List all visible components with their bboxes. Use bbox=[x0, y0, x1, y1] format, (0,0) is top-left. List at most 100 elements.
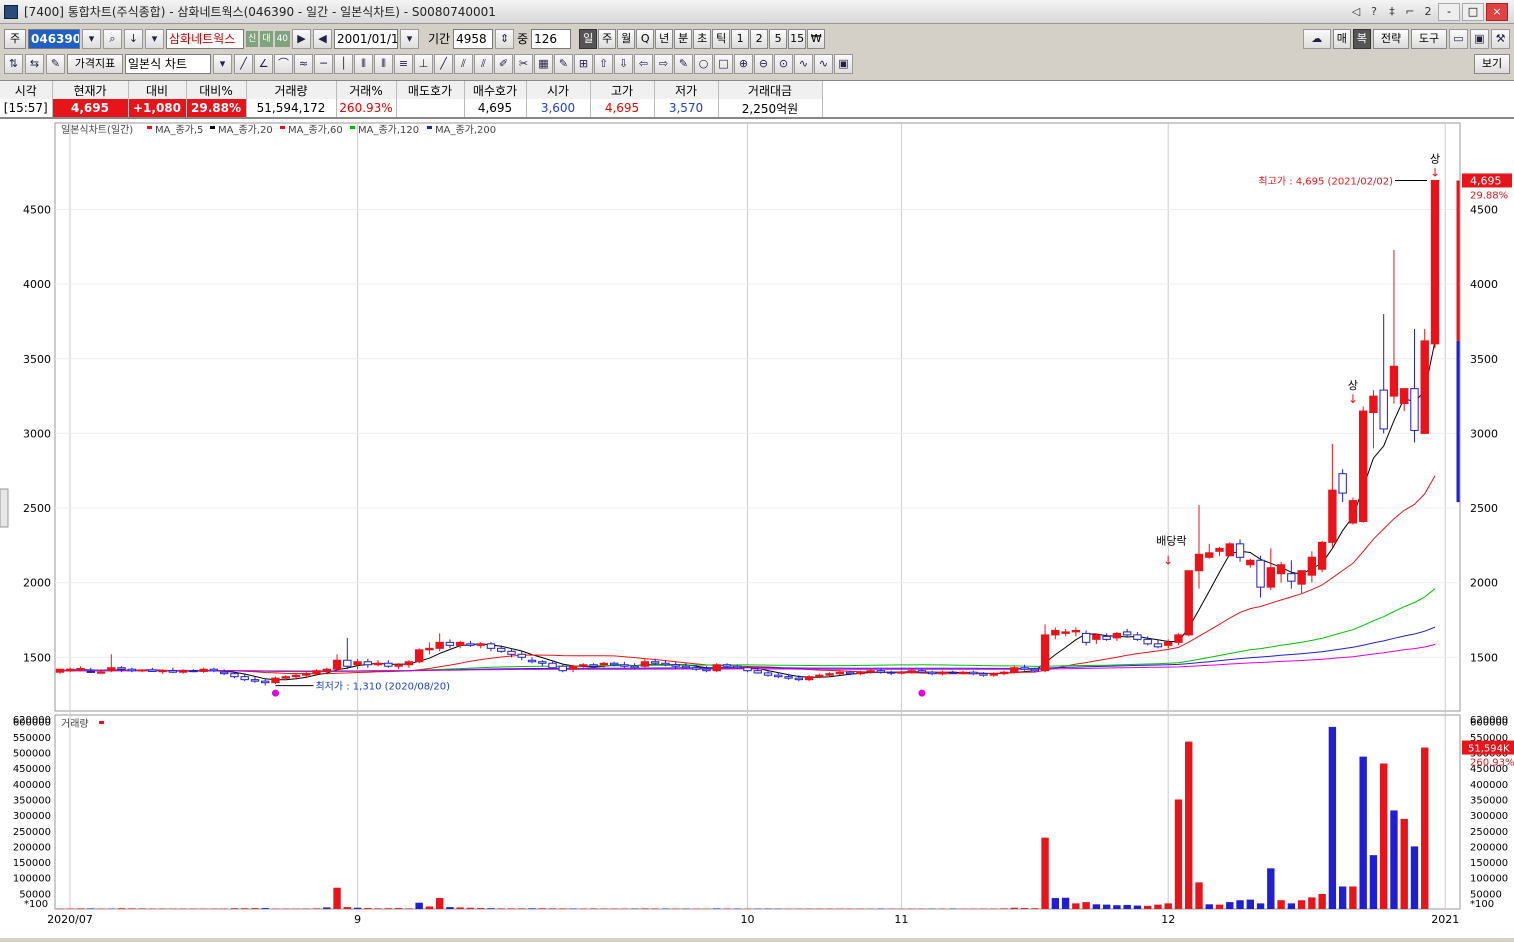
draw-tool-2-icon[interactable]: ⌒ bbox=[274, 54, 293, 74]
draw-tool-26-icon[interactable]: ⊖ bbox=[754, 54, 773, 74]
next-play-icon[interactable]: ▶ bbox=[292, 29, 311, 49]
draw-tool-8-icon[interactable]: ≡ bbox=[394, 54, 413, 74]
date-dropdown-icon[interactable]: ▾ bbox=[400, 29, 419, 49]
draw-tool-5-icon[interactable]: │ bbox=[334, 54, 353, 74]
volume-bar bbox=[1421, 748, 1428, 909]
draw-tool-23-icon[interactable]: ○ bbox=[694, 54, 713, 74]
volume-bar bbox=[231, 908, 238, 909]
unit-button-11[interactable]: 15 bbox=[788, 29, 806, 49]
window-control-1[interactable]: ? bbox=[1366, 4, 1382, 20]
edit-icon[interactable]: ✎ bbox=[46, 54, 65, 74]
arrow-up-down-icon[interactable]: ⇅ bbox=[4, 54, 23, 74]
sort-icon[interactable]: ↓ bbox=[124, 29, 143, 49]
draw-tool-12-icon[interactable]: ⫽ bbox=[474, 54, 493, 74]
window-control-2[interactable]: ‡ bbox=[1384, 4, 1400, 20]
draw-tool-29-icon[interactable]: ∿ bbox=[814, 54, 833, 74]
unit-button-7[interactable]: 틱 bbox=[712, 29, 730, 49]
draw-tool-17-icon[interactable]: ⊞ bbox=[574, 54, 593, 74]
window-control-7[interactable]: × bbox=[1486, 3, 1508, 21]
strategy-button[interactable]: 전략 bbox=[1373, 29, 1409, 49]
draw-tool-19-icon[interactable]: ⇩ bbox=[614, 54, 633, 74]
quote-value-7: 4,695 bbox=[464, 99, 526, 117]
window-control-6[interactable]: □ bbox=[1462, 3, 1484, 21]
save-icon[interactable]: ▣ bbox=[1470, 29, 1489, 49]
volume-bar bbox=[426, 906, 433, 909]
unit-button-5[interactable]: 분 bbox=[674, 29, 692, 49]
draw-tool-28-icon[interactable]: ∿ bbox=[794, 54, 813, 74]
draw-tool-27-icon[interactable]: ⊙ bbox=[774, 54, 793, 74]
window-control-0[interactable]: ◁ bbox=[1348, 4, 1364, 20]
unit-button-1[interactable]: 주 bbox=[598, 29, 616, 49]
unit-button-8[interactable]: 1 bbox=[731, 29, 749, 49]
quote-header-10: 저가 bbox=[654, 81, 718, 99]
volume-bar bbox=[1329, 727, 1336, 909]
draw-tool-13-icon[interactable]: ✐ bbox=[494, 54, 513, 74]
draw-tool-30-icon[interactable]: ▣ bbox=[834, 54, 853, 74]
chart-svg[interactable]: 2020/07910111220212150015002000200025002… bbox=[0, 119, 1514, 939]
unit-button-4[interactable]: 년 bbox=[655, 29, 673, 49]
quote-value-8: 3,600 bbox=[526, 99, 590, 117]
window-control-3[interactable]: ⌐ bbox=[1402, 4, 1418, 20]
candle-body bbox=[1195, 554, 1202, 570]
unit-button-0[interactable]: 일 bbox=[579, 29, 597, 49]
spin-icon[interactable]: ⇕ bbox=[495, 29, 514, 49]
draw-tool-25-icon[interactable]: ⊕ bbox=[734, 54, 753, 74]
chart-type-select[interactable]: 일본식 차트 bbox=[125, 54, 211, 74]
draw-tool-11-icon[interactable]: ⫽ bbox=[454, 54, 473, 74]
period-input[interactable]: 4958 bbox=[453, 29, 493, 49]
draw-tool-24-icon[interactable]: □ bbox=[714, 54, 733, 74]
volume-bar bbox=[436, 898, 443, 909]
draw-tool-6-icon[interactable]: ⦀ bbox=[354, 54, 373, 74]
volume-bar bbox=[333, 888, 340, 909]
arrow-left-right-icon[interactable]: ⇆ bbox=[25, 54, 44, 74]
chart-type-dropdown-icon[interactable]: ▾ bbox=[213, 54, 232, 74]
draw-tool-7-icon[interactable]: ⦀ bbox=[374, 54, 393, 74]
code-dropdown-icon[interactable]: ▾ bbox=[82, 29, 101, 49]
unit-button-10[interactable]: 5 bbox=[769, 29, 787, 49]
draw-tool-16-icon[interactable]: ✎ bbox=[554, 54, 573, 74]
price-indicator-button[interactable]: 가격지표 bbox=[67, 54, 123, 74]
search-icon[interactable]: ⌕ bbox=[103, 29, 122, 49]
volume-bar bbox=[1370, 855, 1377, 909]
draw-tool-1-icon[interactable]: ∠ bbox=[254, 54, 273, 74]
cloud-icon[interactable]: ☁ bbox=[1303, 29, 1331, 49]
prev-play-icon[interactable]: ◀ bbox=[313, 29, 332, 49]
unit-button-3[interactable]: Q bbox=[636, 29, 654, 49]
chart-title: 일본식차트(일간) bbox=[61, 124, 133, 136]
right-btn-mae[interactable]: 매 bbox=[1333, 29, 1351, 49]
candle-body bbox=[415, 650, 422, 662]
unit-button-2[interactable]: 월 bbox=[617, 29, 635, 49]
right-btn-bok[interactable]: 복 bbox=[1353, 29, 1371, 49]
draw-tool-4-icon[interactable]: ─ bbox=[314, 54, 333, 74]
draw-tool-10-icon[interactable]: ╱ bbox=[434, 54, 453, 74]
view-button[interactable]: 보기 bbox=[1474, 54, 1510, 74]
candle-body bbox=[559, 666, 566, 670]
open-folder-icon[interactable]: ▭ bbox=[1449, 29, 1468, 49]
draw-tool-22-icon[interactable]: ✎ bbox=[674, 54, 693, 74]
draw-tool-14-icon[interactable]: ✂ bbox=[514, 54, 533, 74]
unit-button-6[interactable]: 초 bbox=[693, 29, 711, 49]
draw-tool-3-icon[interactable]: ≈ bbox=[294, 54, 313, 74]
draw-tool-0-icon[interactable]: ╱ bbox=[234, 54, 253, 74]
list-dropdown-icon[interactable]: ▾ bbox=[145, 29, 164, 49]
count-input[interactable]: 126 bbox=[531, 29, 571, 49]
wrench-icon[interactable]: ⚒ bbox=[1491, 29, 1510, 49]
volume-bar bbox=[1267, 868, 1274, 909]
draw-tool-20-icon[interactable]: ⇦ bbox=[634, 54, 653, 74]
candle-body bbox=[179, 671, 186, 672]
unit-button-12[interactable]: ₩ bbox=[807, 29, 825, 49]
quote-value-11: 2,250억원 bbox=[718, 99, 822, 117]
date-input[interactable]: 2001/01/11 bbox=[334, 29, 398, 49]
tools-button[interactable]: 도구 bbox=[1411, 29, 1447, 49]
window-control-4[interactable]: 2 bbox=[1420, 4, 1436, 20]
volume-bar bbox=[508, 908, 515, 909]
unit-button-9[interactable]: 2 bbox=[750, 29, 768, 49]
candle-body bbox=[1175, 635, 1182, 642]
draw-tool-9-icon[interactable]: ⊥ bbox=[414, 54, 433, 74]
draw-tool-21-icon[interactable]: ⇨ bbox=[654, 54, 673, 74]
stock-code-input[interactable]: 046390 bbox=[28, 29, 80, 49]
ju-button[interactable]: 주 bbox=[4, 29, 26, 49]
draw-tool-18-icon[interactable]: ⇧ bbox=[594, 54, 613, 74]
draw-tool-15-icon[interactable]: ▦ bbox=[534, 54, 553, 74]
window-control-5[interactable]: - bbox=[1438, 3, 1460, 21]
